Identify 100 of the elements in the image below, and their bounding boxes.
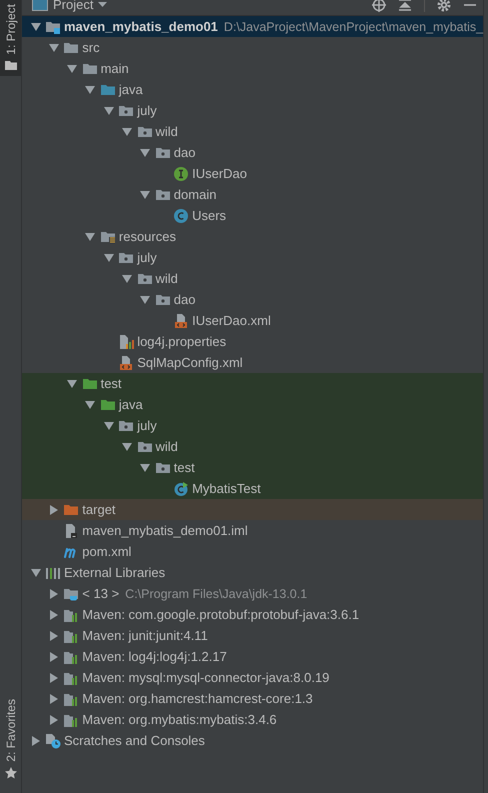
tree-row[interactable]: SqlMapConfig.xml (22, 352, 483, 373)
tree-row[interactable]: pom.xml (22, 541, 483, 562)
tree-row[interactable]: dao (22, 142, 483, 163)
expanded-arrow-icon[interactable] (85, 400, 96, 408)
class-icon (173, 208, 190, 224)
tree-row[interactable]: MybatisTest (22, 478, 483, 499)
expanded-arrow-icon[interactable] (122, 442, 132, 450)
tree-row[interactable]: wild (22, 121, 483, 142)
collapsed-arrow-icon[interactable] (50, 504, 58, 514)
item-label: wild (156, 439, 178, 454)
interface-icon (173, 166, 190, 182)
item-label: wild (156, 271, 178, 286)
expanded-arrow-icon[interactable] (140, 148, 150, 156)
tree-row[interactable]: test (22, 457, 483, 478)
collapsed-arrow-icon[interactable] (50, 630, 58, 640)
tree-row[interactable]: src (22, 37, 483, 58)
item-label: maven_mybatis_demo01.iml (82, 523, 248, 538)
item-label: External Libraries (64, 565, 166, 580)
expanded-arrow-icon[interactable] (104, 106, 114, 114)
expanded-arrow-icon[interactable] (30, 22, 40, 30)
item-label: Users (192, 208, 226, 223)
item-label: test (174, 460, 195, 475)
folder-icon (4, 60, 16, 70)
expanded-arrow-icon[interactable] (122, 128, 132, 136)
path-text: D:\JavaProject\MavenProject\maven_mybatis_ (224, 20, 484, 34)
tree-row[interactable]: resources (22, 226, 483, 247)
tree-row[interactable]: External Libraries (22, 562, 483, 583)
item-label: domain (174, 187, 216, 202)
tree-row[interactable]: java (22, 394, 483, 415)
item-label: Maven: org.mybatis:mybatis:3.4.6 (82, 712, 277, 727)
expanded-arrow-icon[interactable] (30, 568, 40, 576)
item-label: Maven: mysql:mysql-connector-java:8.0.19 (82, 670, 330, 685)
tree-row[interactable]: domain (22, 184, 483, 205)
xml-file-icon (173, 312, 190, 328)
item-label: july (137, 418, 157, 433)
tree-row[interactable]: log4j.properties (22, 331, 483, 352)
collapsed-arrow-icon[interactable] (50, 610, 58, 620)
item-label: maven_mybatis_demo01 (64, 19, 218, 34)
item-label: Maven: com.google.protobuf:protobuf-java:3.6.1 (82, 607, 360, 622)
xml-file-icon (118, 354, 134, 370)
item-label: dao (174, 292, 196, 307)
collapsed-arrow-icon[interactable] (50, 672, 58, 682)
collapsed-arrow-icon[interactable] (32, 736, 40, 746)
expanded-arrow-icon[interactable] (122, 274, 132, 282)
tree-row[interactable]: wild (22, 268, 483, 289)
tree-row[interactable]: july (22, 247, 483, 268)
item-label: Maven: log4j:log4j:1.2.17 (82, 649, 227, 664)
expanded-arrow-icon[interactable] (85, 232, 96, 240)
target-icon[interactable] (372, 0, 386, 12)
expanded-arrow-icon[interactable] (85, 86, 96, 94)
expanded-arrow-icon[interactable] (140, 190, 150, 198)
collapsed-arrow-icon[interactable] (50, 652, 58, 662)
expanded-arrow-icon[interactable] (104, 422, 114, 430)
collapsed-arrow-icon[interactable] (50, 694, 58, 704)
settings-icon[interactable] (437, 0, 451, 12)
tree-row[interactable]: wild (22, 436, 483, 457)
tree-row[interactable]: target (22, 499, 483, 520)
tree-row[interactable]: Maven: org.hamcrest:hamcrest-core:1.3 (22, 688, 483, 709)
item-label: IUserDao.xml (192, 313, 271, 328)
side-tab[interactable]: 1: Project (0, 0, 21, 76)
tree-row[interactable]: < 13 > C:\Program Files\Java\jdk-13.0.1 (22, 583, 483, 604)
path-text: C:\Program Files\Java\jdk-13.0.1 (125, 586, 308, 600)
tree-row[interactable]: maven_mybatis_demo01 D:\JavaProject\MavenProject\maven_mybatis_ (22, 16, 483, 37)
collapsed-arrow-icon[interactable] (50, 714, 58, 724)
tree-row[interactable]: Maven: log4j:log4j:1.2.17 (22, 646, 483, 667)
item-label: java (118, 82, 143, 97)
tree-row[interactable]: java (22, 79, 483, 100)
collapsed-arrow-icon[interactable] (50, 588, 58, 598)
item-label: resources (118, 229, 176, 244)
expanded-arrow-icon[interactable] (67, 64, 78, 72)
tree-row[interactable]: Maven: org.mybatis:mybatis:3.4.6 (22, 709, 483, 730)
expanded-arrow-icon[interactable] (104, 254, 114, 262)
scratches-icon (45, 732, 61, 748)
item-label: dao (174, 145, 196, 160)
tree-row[interactable]: Users (22, 205, 483, 226)
tree-row[interactable]: test (22, 373, 483, 394)
tree-row[interactable]: july (22, 415, 483, 436)
expanded-arrow-icon[interactable] (140, 296, 150, 304)
tree-row[interactable]: maven_mybatis_demo01.iml (22, 520, 483, 541)
item-label: pom.xml (82, 544, 132, 559)
side-tab[interactable]: 2: Favorites (0, 695, 21, 785)
expanded-arrow-icon[interactable] (48, 44, 59, 52)
tree-row[interactable]: IUserDao.xml (22, 310, 483, 331)
expanded-arrow-icon[interactable] (67, 380, 78, 388)
caret-icon[interactable] (98, 2, 108, 8)
item-label: july (137, 250, 157, 265)
item-label: log4j.properties (137, 334, 226, 349)
item-label: wild (156, 124, 178, 139)
tree-row[interactable]: july (22, 100, 483, 121)
tree-row[interactable]: Maven: junit:junit:4.11 (22, 625, 483, 646)
tree-row[interactable]: IUserDao (22, 163, 483, 184)
expanded-arrow-icon[interactable] (140, 464, 150, 472)
tree-row[interactable]: dao (22, 289, 483, 310)
item-label: Maven: junit:junit:4.11 (82, 628, 208, 643)
item-label: < 13 > (82, 586, 120, 601)
tree-row[interactable]: Maven: com.google.protobuf:protobuf-java:3.6.1 (22, 604, 483, 625)
tree-row[interactable]: Scratches and Consoles (22, 730, 483, 751)
tree-row[interactable]: Maven: mysql:mysql-connector-java:8.0.19 (22, 667, 483, 688)
collapse-icon[interactable] (398, 0, 412, 11)
tree-row[interactable]: main (22, 58, 483, 79)
